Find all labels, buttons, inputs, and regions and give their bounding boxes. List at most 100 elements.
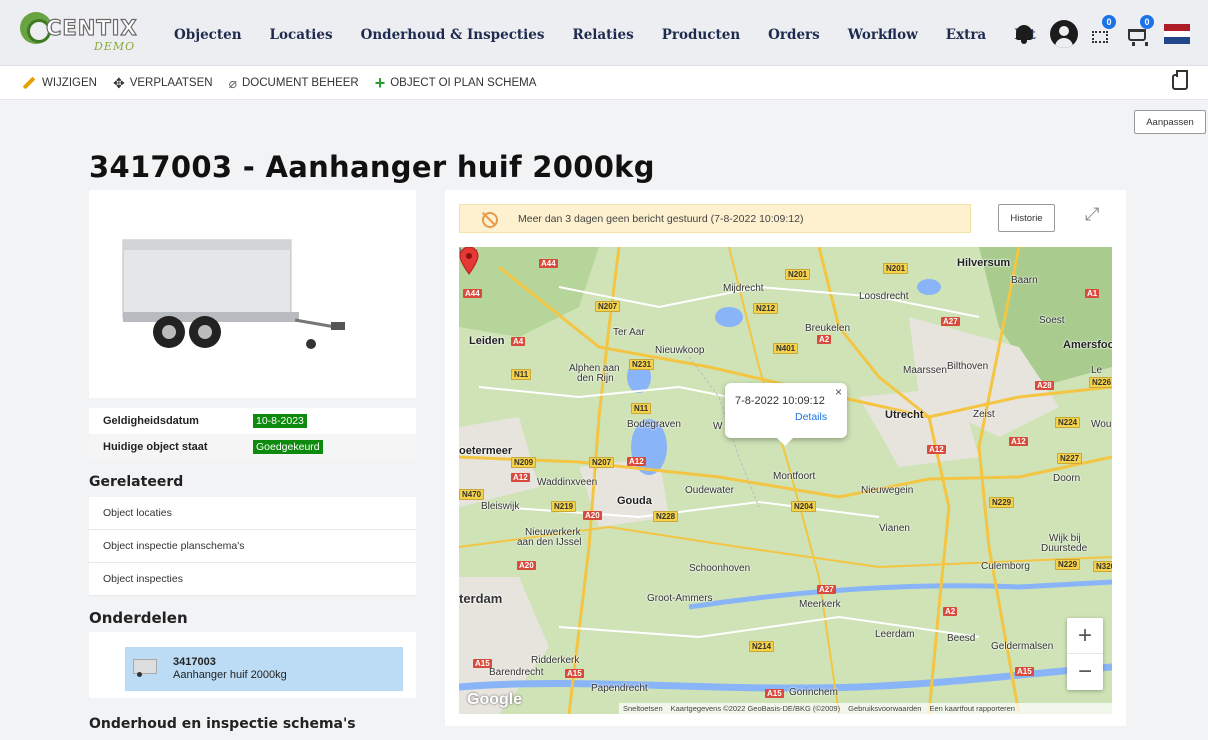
road-shield: N227 xyxy=(1057,453,1083,464)
menu-item-extra[interactable]: Extra xyxy=(946,27,986,43)
map-label-beesd: Beesd xyxy=(947,633,976,644)
language-flag-icon[interactable] xyxy=(1164,24,1190,45)
menu-item-workflow[interactable]: Workflow xyxy=(848,27,918,43)
popup-close-icon[interactable]: × xyxy=(835,385,842,399)
map-label-leerdam: Leerdam xyxy=(875,629,915,640)
menu-item-onderhoud[interactable]: Onderhoud & Inspecties xyxy=(361,27,545,43)
no-signal-alert: Meer dan 3 dagen geen bericht gestuurd (… xyxy=(459,204,971,233)
road-shield: A27 xyxy=(817,585,836,594)
menu-item-relaties[interactable]: Relaties xyxy=(573,27,634,43)
document-manager-button[interactable]: ⌀ DOCUMENT BEHEER xyxy=(229,76,359,90)
related-item-inspections[interactable]: Object inspecties xyxy=(89,563,416,596)
map-attribution: Sneltoetsen Kaartgegevens ©2022 GeoBasis… xyxy=(619,703,1112,714)
road-shield: N209 xyxy=(511,457,537,468)
map-label-woudenberg: Wou xyxy=(1091,419,1112,430)
move-label: VERPLAATSEN xyxy=(129,76,213,89)
map-label-nieuwerkerk-2: aan den IJssel xyxy=(517,537,582,548)
centix-logo[interactable]: CENTIX DEMO xyxy=(20,10,150,54)
attribution-report[interactable]: Een kaartfout rapporteren xyxy=(929,704,1014,713)
map-label-zeist: Zeist xyxy=(973,409,995,420)
object-plan-button[interactable]: + OBJECT OI PLAN SCHEMA xyxy=(375,74,537,92)
map-label-meerkerk: Meerkerk xyxy=(799,599,841,610)
attribution-shortcuts[interactable]: Sneltoetsen xyxy=(623,704,663,713)
related-list: Object locaties Object inspectie plansch… xyxy=(89,497,416,596)
no-signal-icon xyxy=(482,211,498,228)
scanner-button[interactable]: 0 xyxy=(1088,15,1116,47)
road-shield: A28 xyxy=(1035,381,1054,390)
road-shield: N212 xyxy=(753,303,779,314)
property-row: Geldigheidsdatum 10-8-2023 xyxy=(89,408,416,434)
attribution-data: Kaartgegevens ©2022 GeoBasis-DE/BKG (©20… xyxy=(670,704,841,713)
move-button[interactable]: ✥ VERPLAATSEN xyxy=(113,76,213,90)
pencil-icon xyxy=(22,76,36,89)
trailer-image xyxy=(122,239,345,349)
action-toolbar: WIJZIGEN ✥ VERPLAATSEN ⌀ DOCUMENT BEHEER… xyxy=(0,66,1208,100)
road-shield: N11 xyxy=(511,369,532,380)
validity-date-value: 10-8-2023 xyxy=(253,414,307,428)
google-logo[interactable]: Google xyxy=(467,691,522,709)
road-shield: A44 xyxy=(539,259,558,268)
menu-item-locaties[interactable]: Locaties xyxy=(270,27,333,43)
nav-icons: 0 0 xyxy=(1014,14,1190,54)
expand-icon[interactable]: ⤢ xyxy=(1085,204,1107,226)
related-heading: Gerelateerd xyxy=(89,474,184,490)
map-label-breukelen: Breukelen xyxy=(805,323,851,334)
plus-icon: + xyxy=(374,72,386,93)
map-label-gorinchem: Gorinchem xyxy=(789,687,838,698)
zoom-out-button[interactable]: − xyxy=(1067,654,1103,690)
road-shield: N201 xyxy=(785,269,811,280)
document-manager-label: DOCUMENT BEHEER xyxy=(242,76,359,89)
edit-button[interactable]: WIJZIGEN xyxy=(22,76,97,89)
road-shield: A15 xyxy=(473,659,492,668)
map-label-baarn: Baarn xyxy=(1011,275,1038,286)
map-label-bilthoven: Bilthoven xyxy=(947,361,989,372)
main-menu: Objecten Locaties Onderhoud & Inspecties… xyxy=(174,27,1064,43)
menu-item-orders[interactable]: Orders xyxy=(768,27,820,43)
property-row: Huidige object staat Goedgekeurd xyxy=(89,434,416,460)
popup-details-link[interactable]: Details xyxy=(795,411,827,423)
parts-card: 3417003 Aanhanger huif 2000kg xyxy=(89,632,416,698)
road-shield: N401 xyxy=(773,343,799,354)
cart-badge: 0 xyxy=(1140,15,1154,29)
map-label-nieuwegein: Nieuwegein xyxy=(861,485,914,496)
zoom-in-button[interactable]: + xyxy=(1067,618,1103,654)
move-icon: ✥ xyxy=(112,74,125,91)
cart-icon xyxy=(1128,29,1148,46)
part-text: 3417003 Aanhanger huif 2000kg xyxy=(173,656,287,682)
map-label-mijdrecht: Mijdrecht xyxy=(723,283,764,294)
location-pin-icon[interactable] xyxy=(459,247,479,275)
map-label-gouda: Gouda xyxy=(617,495,652,507)
road-shield: A12 xyxy=(627,457,646,466)
logo-subtitle: DEMO xyxy=(94,40,136,53)
map-label-hilversum: Hilversum xyxy=(957,257,1011,269)
part-item[interactable]: 3417003 Aanhanger huif 2000kg xyxy=(125,647,403,691)
menu-item-producten[interactable]: Producten xyxy=(662,27,740,43)
road-shield: N229 xyxy=(989,497,1015,508)
map-label-rotterdam: terdam xyxy=(459,591,503,606)
road-shield: N219 xyxy=(551,501,577,512)
map-label-waddinxveen: Waddinxveen xyxy=(537,477,598,488)
road-shield: N207 xyxy=(589,457,615,468)
road-shield: A12 xyxy=(1009,437,1028,446)
printer-icon[interactable] xyxy=(1172,70,1188,90)
user-avatar-icon[interactable] xyxy=(1050,20,1078,48)
history-button[interactable]: Historie xyxy=(998,204,1055,232)
qr-scanner-icon xyxy=(1092,31,1108,43)
bell-icon[interactable] xyxy=(1014,23,1034,45)
cart-button[interactable]: 0 xyxy=(1126,15,1154,47)
map-label-alphen-2: den Rijn xyxy=(577,373,614,384)
page-title: 3417003 - Aanhanger huif 2000kg xyxy=(89,150,655,184)
map-label-amersfoort: Amersfoo xyxy=(1063,339,1112,351)
attribution-terms[interactable]: Gebruiksvoorwaarden xyxy=(848,704,921,713)
road-shield: A2 xyxy=(943,607,958,616)
related-item-planschemas[interactable]: Object inspectie planschema's xyxy=(89,530,416,563)
road-shield: A20 xyxy=(517,561,536,570)
map-label-wijk-2: Duurstede xyxy=(1041,543,1088,554)
map-label-loosdrecht: Loosdrecht xyxy=(859,291,909,302)
menu-item-objecten[interactable]: Objecten xyxy=(174,27,242,43)
scanner-badge: 0 xyxy=(1102,15,1116,29)
related-item-locations[interactable]: Object locaties xyxy=(89,497,416,530)
map-view[interactable]: lwijk Hilversum Baarn Mijdrecht Loosdrec… xyxy=(459,247,1112,714)
customize-button[interactable]: Aanpassen xyxy=(1134,110,1206,134)
map-label-bleiswijk: Bleiswijk xyxy=(481,501,520,512)
